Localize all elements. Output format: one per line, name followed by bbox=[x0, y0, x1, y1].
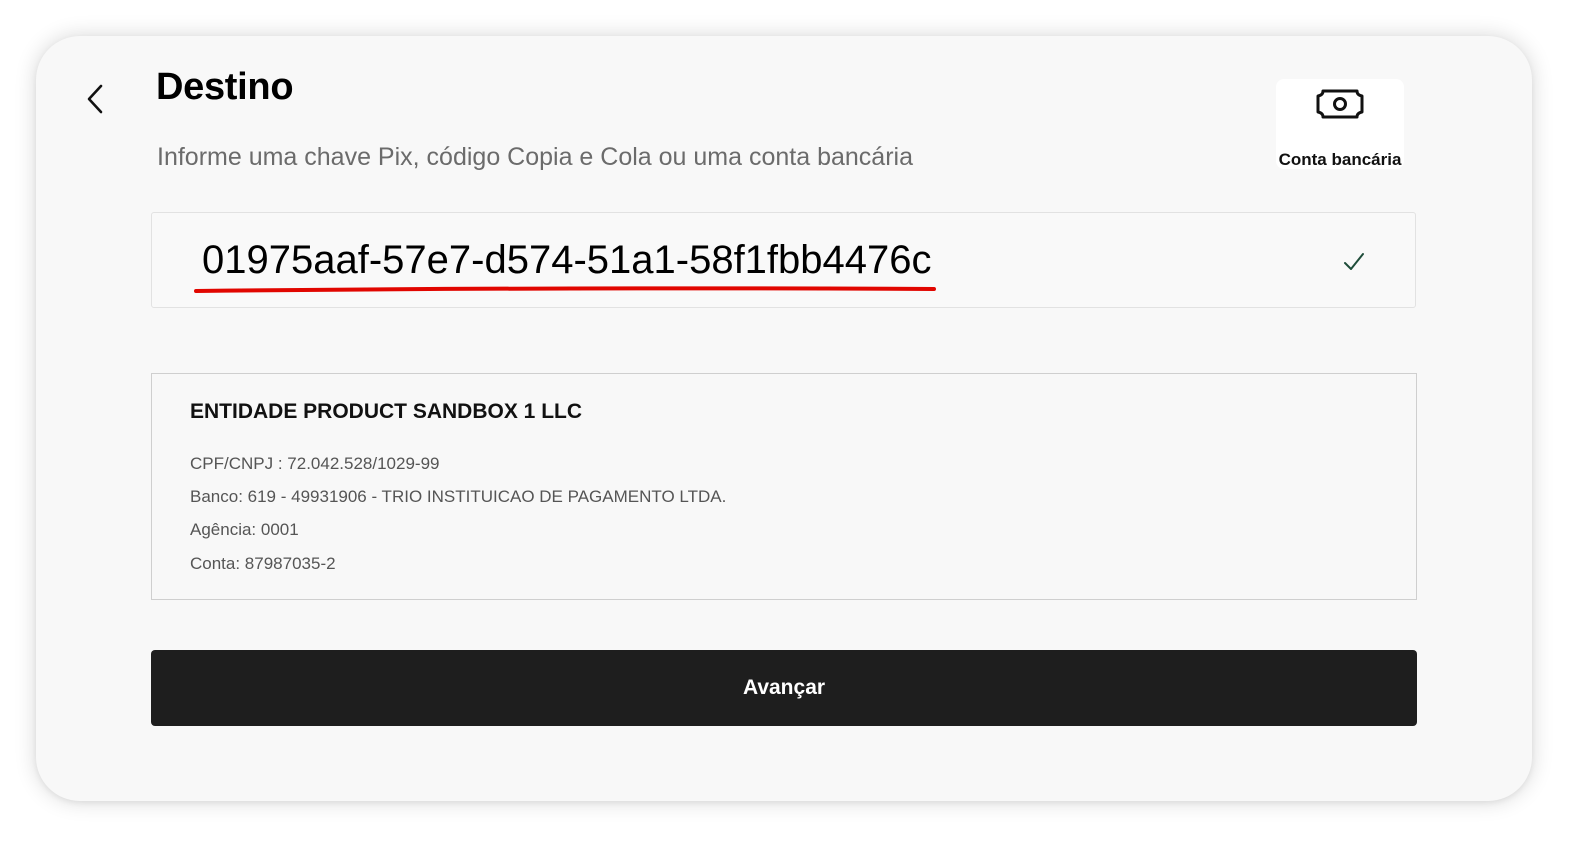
recipient-agency: Agência: 0001 bbox=[190, 520, 299, 539]
pix-key-field bbox=[151, 212, 1416, 308]
recipient-document: CPF/CNPJ : 72.042.528/1029-99 bbox=[190, 454, 440, 473]
chevron-left-icon bbox=[87, 84, 103, 114]
recipient-account: Conta: 87987035-2 bbox=[190, 554, 336, 573]
recipient-bank: Banco: 619 - 49931906 - TRIO INSTITUICAO… bbox=[190, 487, 727, 506]
highlight-underline bbox=[194, 286, 936, 293]
pix-key-input[interactable] bbox=[202, 235, 1102, 285]
bank-account-option-label: Conta bancária bbox=[1278, 150, 1402, 169]
bank-account-option[interactable]: Conta bancária bbox=[1276, 79, 1404, 169]
page-title: Destino bbox=[156, 66, 294, 108]
submit-button[interactable]: Avançar bbox=[151, 650, 1417, 726]
recipient-name: ENTIDADE PRODUCT SANDBOX 1 LLC bbox=[190, 400, 583, 423]
recipient-details: ENTIDADE PRODUCT SANDBOX 1 LLC CPF/CNPJ … bbox=[151, 373, 1417, 600]
money-bill-icon bbox=[1316, 89, 1364, 119]
back-button[interactable] bbox=[78, 80, 112, 118]
check-icon bbox=[1344, 253, 1364, 270]
page-subtitle: Informe uma chave Pix, código Copia e Co… bbox=[157, 143, 913, 171]
